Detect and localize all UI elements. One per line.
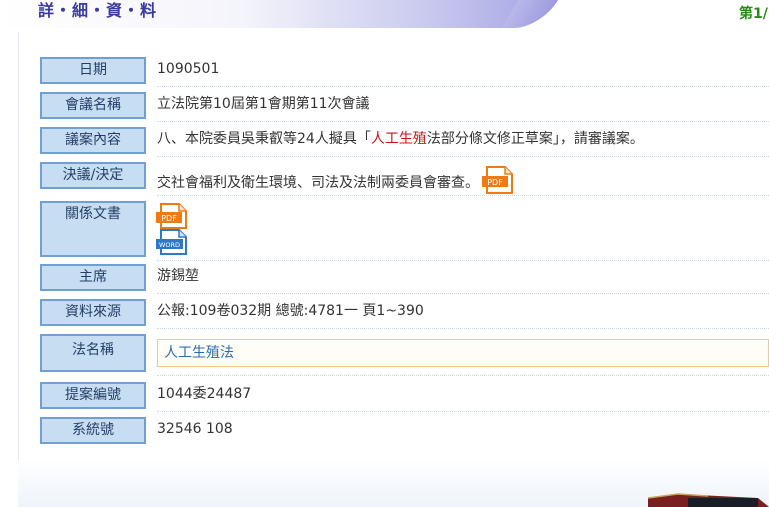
value-date: 1090501 <box>157 61 220 77</box>
value-related-docs: PDF WORD <box>155 203 769 255</box>
page-title: 詳・細・資・料 <box>38 1 158 20</box>
label-law-name: 法名稱 <box>40 334 146 372</box>
row-divider <box>157 156 769 157</box>
row-content: 議案內容 八、本院委員吳秉叡等24人擬具「人工生殖法部分條文修正草案」，請審議案… <box>40 127 769 157</box>
row-divider <box>157 195 769 196</box>
row-resolution: 決議/決定 交社會福利及衛生環境、司法及法制兩委員會審查。 PDF <box>40 162 769 196</box>
row-source: 資料來源 公報:109卷032期 總號:4781一 頁1~390 <box>40 299 769 329</box>
value-law-name: 人工生殖法 <box>157 339 769 367</box>
row-divider <box>157 121 769 122</box>
row-divider <box>157 328 769 329</box>
row-divider <box>157 260 769 261</box>
value-meeting: 立法院第10屆第1會期第11次會議 <box>157 96 370 112</box>
content-highlight: 人工生殖 <box>370 131 427 147</box>
row-proposal-no: 提案編號 1044委24487 <box>40 382 769 412</box>
row-related-docs: 關係文書 PDF WORD <box>40 201 769 261</box>
label-resolution: 決議/決定 <box>40 162 146 189</box>
resolution-text: 交社會福利及衛生環境、司法及法制兩委員會審查。 <box>157 175 479 191</box>
label-system-no: 系統號 <box>40 417 146 444</box>
label-source: 資料來源 <box>40 299 146 326</box>
row-date: 日期 1090501 <box>40 57 769 87</box>
word-document-icon[interactable]: WORD <box>155 229 769 255</box>
row-divider <box>157 293 769 294</box>
label-chair: 主席 <box>40 264 146 291</box>
label-proposal-no: 提案編號 <box>40 382 146 409</box>
row-system-no: 系統號 32546 108 <box>40 417 769 444</box>
value-content: 八、本院委員吳秉叡等24人擬具「人工生殖法部分條文修正草案」，請審議案。 <box>157 129 769 149</box>
row-divider <box>157 375 769 376</box>
value-proposal-no: 1044委24487 <box>157 386 252 402</box>
label-date: 日期 <box>40 57 146 84</box>
page-indicator: 第1/ <box>739 6 768 22</box>
content-text-after: 法部分條文修正草案」，請審議案。 <box>426 131 644 147</box>
value-system-no: 32546 108 <box>157 421 233 437</box>
row-divider <box>157 86 769 87</box>
header-banner: 詳・細・資・料 第1/ <box>0 0 769 30</box>
row-meeting: 會議名稱 立法院第10屆第1會期第11次會議 <box>40 92 769 122</box>
content-text-before: 八、本院委員吳秉叡等24人擬具「 <box>157 131 371 147</box>
pen-decoration-icon <box>648 493 769 507</box>
word-icon-text: WORD <box>159 241 180 249</box>
pdf-document-icon[interactable]: PDF <box>155 203 769 229</box>
row-chair: 主席 游錫堃 <box>40 264 769 294</box>
law-name-link[interactable]: 人工生殖法 <box>157 339 769 367</box>
label-content: 議案內容 <box>40 127 146 154</box>
pdf-icon-text: PDF <box>488 178 504 187</box>
pdf-doc-icon-text: PDF <box>161 214 177 223</box>
row-law-name: 法名稱 人工生殖法 <box>40 334 769 376</box>
source-link[interactable]: 公報:109卷032期 總號:4781一 頁1~390 <box>157 301 769 321</box>
label-meeting: 會議名稱 <box>40 92 146 119</box>
label-related-docs: 關係文書 <box>40 201 146 257</box>
row-divider <box>157 411 769 412</box>
value-chair: 游錫堃 <box>157 268 199 284</box>
